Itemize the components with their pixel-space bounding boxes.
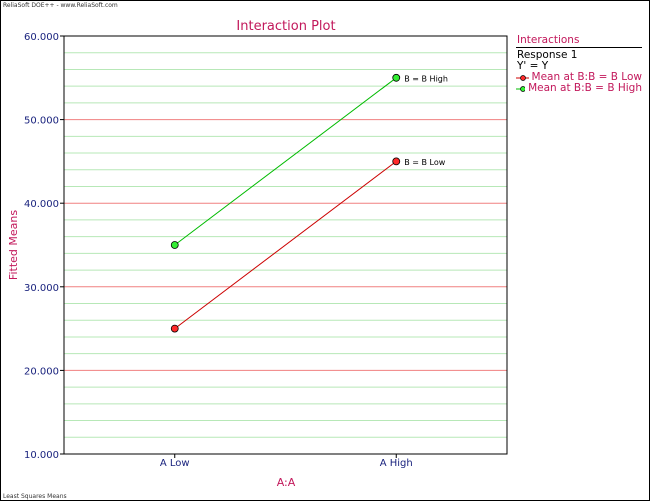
legend-swatch-b-low (516, 74, 529, 81)
legend-divider (516, 47, 642, 48)
x-axis-label: A:A (277, 476, 296, 489)
legend-swatch-b-high (516, 85, 526, 92)
data-point-1 (170, 241, 179, 249)
legend: Interactions Response 1 Y' = Y Mean at B… (516, 34, 642, 94)
footer-note: Least Squares Means (3, 493, 67, 500)
y-tick-label: 50.000 (24, 116, 59, 127)
data-point-1 (392, 73, 401, 82)
chart-title: Interaction Plot (236, 19, 335, 34)
data-point-0 (392, 157, 401, 166)
series-end-label-0: B = B Low (404, 158, 446, 167)
data-point-0 (170, 324, 179, 333)
series-end-label-1: B = B High (404, 74, 448, 83)
y-tick-label: 10.000 (24, 450, 59, 461)
y-tick-label: 30.000 (24, 283, 59, 294)
y-tick-label: 20.000 (24, 366, 59, 377)
x-tick-label: A Low (160, 458, 190, 469)
y-axis-label: Fitted Means (7, 210, 20, 280)
x-tick-label: A High (380, 458, 413, 469)
legend-entry-b-high: Mean at B:B = B High (516, 83, 642, 94)
y-tick-label: 40.000 (24, 199, 59, 210)
y-tick-label: 60.000 (24, 32, 59, 43)
chart-window: ReliaSoft DOE++ - www.ReliaSoft.com Inte… (0, 0, 650, 501)
legend-title: Interactions (517, 34, 580, 46)
legend-label-b-high: Mean at B:B = B High (528, 82, 642, 94)
